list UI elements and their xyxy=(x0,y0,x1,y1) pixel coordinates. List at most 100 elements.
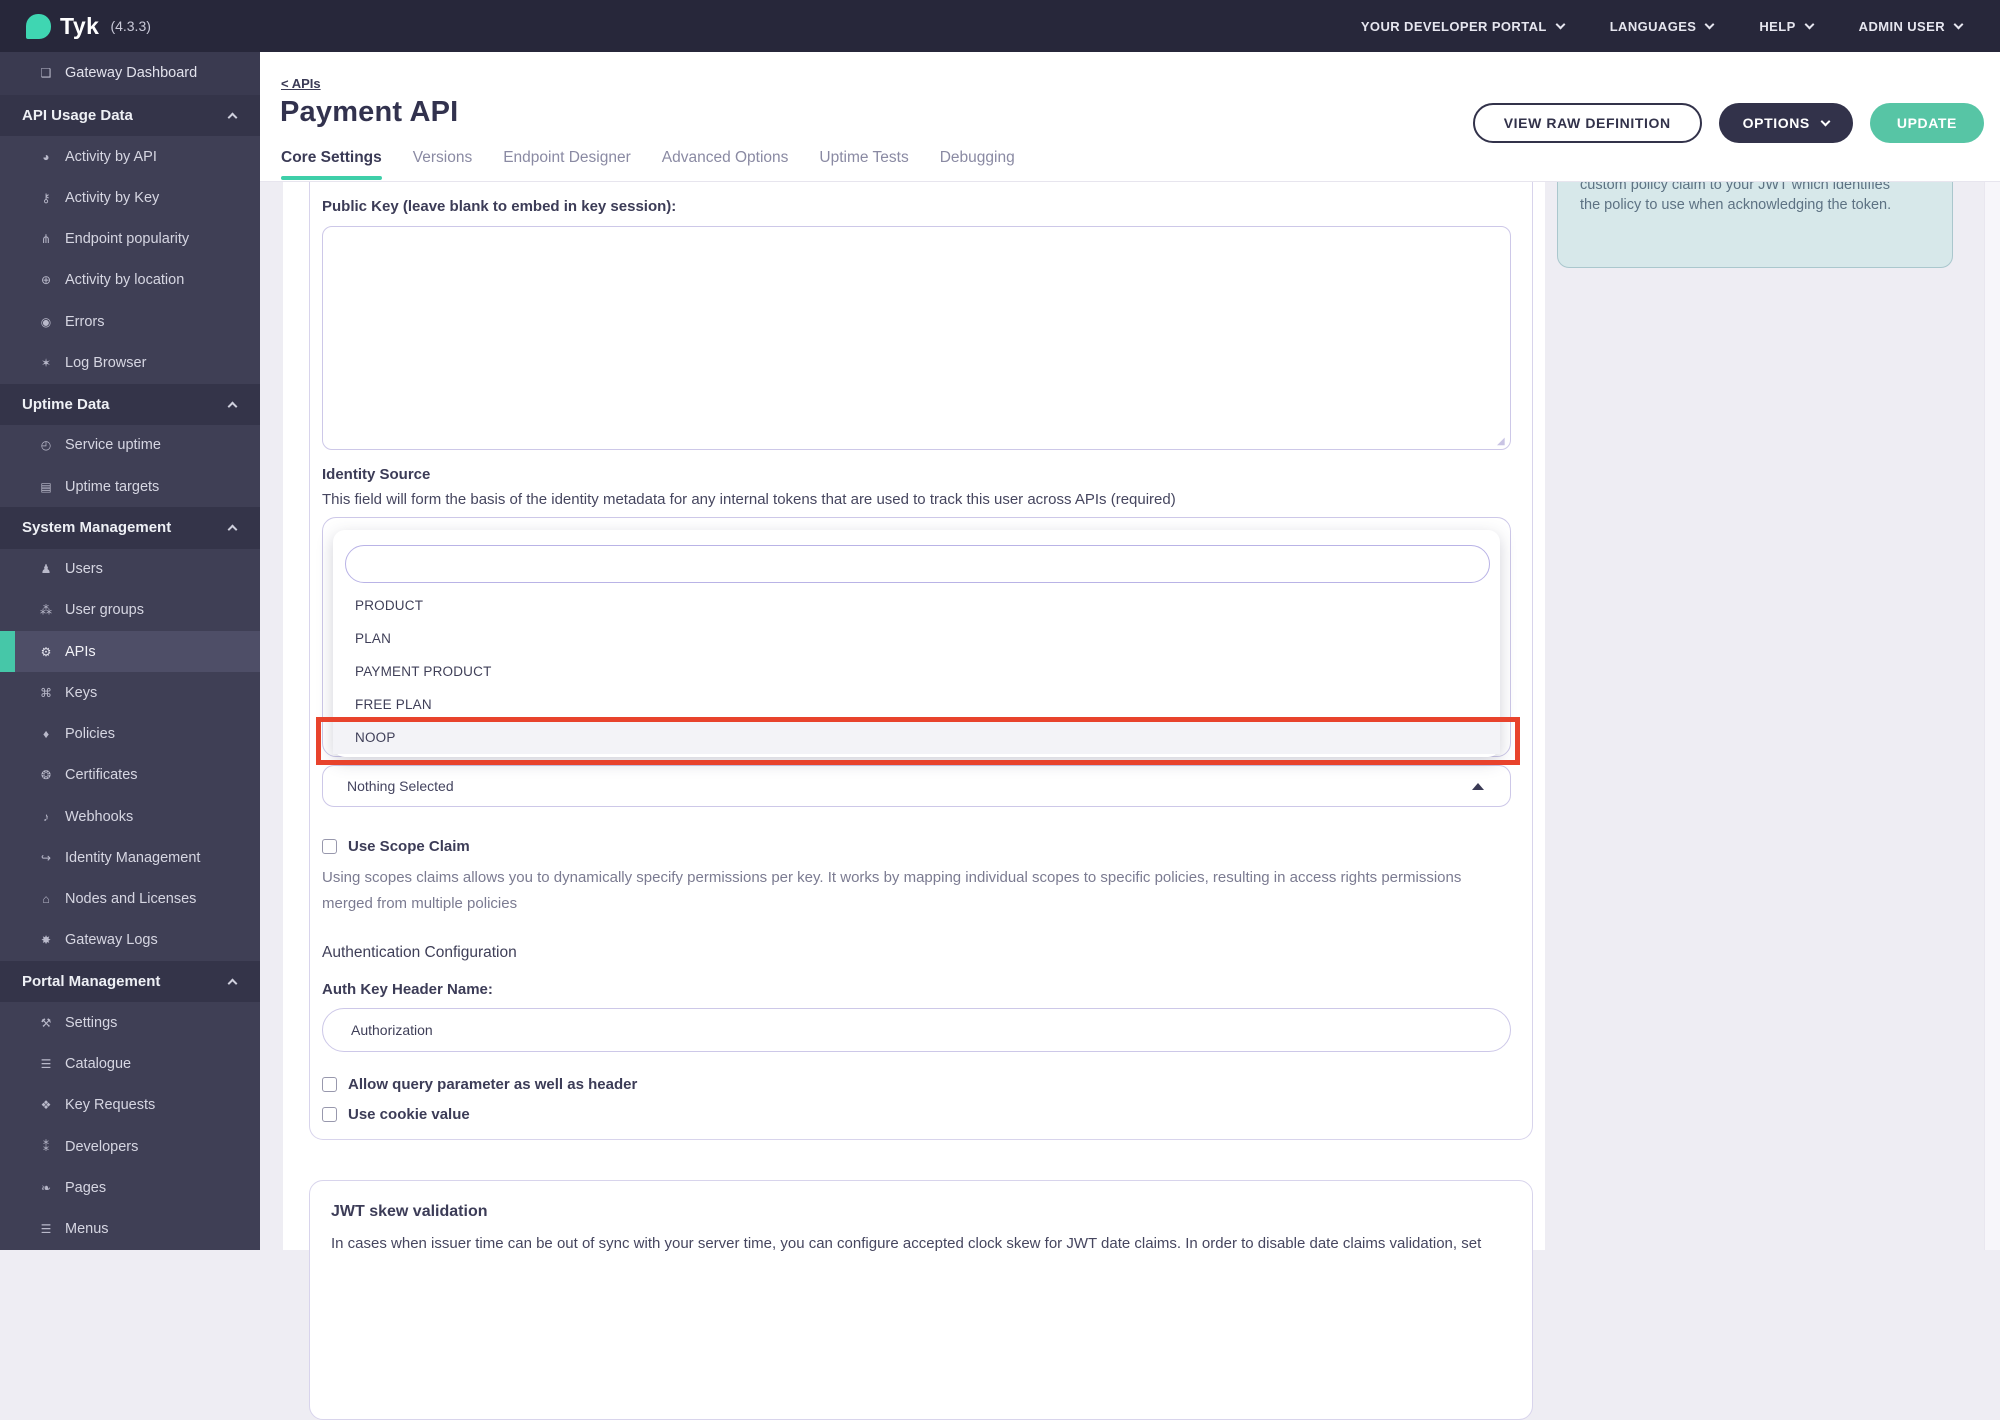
dropdown-option-product[interactable]: PRODUCT xyxy=(333,589,1500,622)
nav-admin-user[interactable]: ADMIN USER xyxy=(1859,19,1962,34)
update-button[interactable]: UPDATE xyxy=(1870,103,1984,143)
identity-source-label: Identity Source xyxy=(322,466,430,483)
sidebar-item-label: Policies xyxy=(65,726,115,742)
chevron-up-icon xyxy=(228,401,238,411)
tab-bar: Core Settings Versions Endpoint Designer… xyxy=(281,149,1015,169)
chevron-down-icon xyxy=(1954,19,1964,29)
sidebar-item-identity-management[interactable]: ↪ Identity Management xyxy=(0,837,260,878)
content-area: Public Key (leave blank to embed in key … xyxy=(260,182,2000,1250)
options-button[interactable]: OPTIONS xyxy=(1719,103,1853,143)
nav-developer-portal[interactable]: YOUR DEVELOPER PORTAL xyxy=(1361,19,1564,34)
sidebar-item-users[interactable]: ♟ Users xyxy=(0,549,260,590)
sidebar-item-key-requests[interactable]: ❖ Key Requests xyxy=(0,1085,260,1126)
allow-query-parameter-row: Allow query parameter as well as header xyxy=(322,1076,637,1093)
breadcrumb[interactable]: < APIs xyxy=(281,76,321,91)
nav-developer-portal-label: YOUR DEVELOPER PORTAL xyxy=(1361,19,1547,34)
sidebar-item-nodes-and-licenses[interactable]: ⌂ Nodes and Licenses xyxy=(0,879,260,920)
chevron-down-icon xyxy=(1705,19,1715,29)
use-scope-claim-label: Use Scope Claim xyxy=(348,838,470,855)
select-value: Nothing Selected xyxy=(347,778,454,794)
sidebar-section-system-management[interactable]: System Management xyxy=(0,507,260,548)
gauge-icon: ◉ xyxy=(38,315,54,329)
scrollbar-track[interactable] xyxy=(1984,182,2000,1250)
sidebar-item-uptime-targets[interactable]: ▤ Uptime targets xyxy=(0,466,260,507)
sidebar-item-activity-by-key[interactable]: ⚷ Activity by Key xyxy=(0,177,260,218)
sidebar-item-settings[interactable]: ⚒ Settings xyxy=(0,1002,260,1043)
allow-query-parameter-checkbox[interactable] xyxy=(322,1077,337,1092)
use-scope-claim-checkbox[interactable] xyxy=(322,839,337,854)
sidebar-item-gateway-logs[interactable]: ✸ Gateway Logs xyxy=(0,920,260,961)
leaf-icon: ❧ xyxy=(38,1181,54,1195)
sidebar-section-uptime-data[interactable]: Uptime Data xyxy=(0,384,260,425)
sidebar-item-certificates[interactable]: ❂ Certificates xyxy=(0,755,260,796)
sidebar-item-service-uptime[interactable]: ◴ Service uptime xyxy=(0,425,260,466)
jwt-skew-validation-description: In cases when issuer time can be out of … xyxy=(331,1235,1511,1252)
chevron-down-icon xyxy=(1555,19,1565,29)
tyk-logo[interactable]: Tyk (4.3.3) xyxy=(0,13,151,40)
sidebar-item-user-groups[interactable]: ⁂ User groups xyxy=(0,590,260,631)
sidebar-item-label: User groups xyxy=(65,602,144,618)
sidebar-section-portal-management[interactable]: Portal Management xyxy=(0,961,260,1002)
nav-help[interactable]: HELP xyxy=(1759,19,1812,34)
pie-chart-icon: ◕ xyxy=(38,150,54,164)
sidebar-item-label: Uptime targets xyxy=(65,479,159,495)
certificate-icon: ❂ xyxy=(38,768,54,782)
sidebar-item-activity-by-location[interactable]: ⊕ Activity by location xyxy=(0,260,260,301)
auth-key-header-input[interactable] xyxy=(322,1008,1511,1052)
header-actions: VIEW RAW DEFINITION OPTIONS UPDATE xyxy=(1473,103,1984,143)
page-header: < APIs Payment API Core Settings Version… xyxy=(260,52,2000,182)
sidebar-item-label: APIs xyxy=(65,644,96,660)
dropdown-search-input[interactable] xyxy=(345,545,1490,583)
sidebar-item-developers[interactable]: ⁑ Developers xyxy=(0,1126,260,1167)
sidebar-item-log-browser[interactable]: ✶ Log Browser xyxy=(0,342,260,383)
sidebar-item-pages[interactable]: ❧ Pages xyxy=(0,1167,260,1208)
use-cookie-value-checkbox[interactable] xyxy=(322,1107,337,1122)
sidebar-item-apis[interactable]: ⚙ APIs xyxy=(0,631,260,672)
sidebar-item-keys[interactable]: ⌘ Keys xyxy=(0,672,260,713)
sidebar-item-label: Endpoint popularity xyxy=(65,231,189,247)
tab-endpoint-designer[interactable]: Endpoint Designer xyxy=(503,149,631,169)
dropdown-option-payment-product[interactable]: PAYMENT PRODUCT xyxy=(333,655,1500,688)
dropdown-option-plan[interactable]: PLAN xyxy=(333,622,1500,655)
sidebar-section-api-usage-data[interactable]: API Usage Data xyxy=(0,95,260,136)
monitor-icon: ❑ xyxy=(38,66,54,80)
sidebar-item-policies[interactable]: ♦ Policies xyxy=(0,714,260,755)
sidebar-section-label: System Management xyxy=(22,519,171,536)
dropdown-option-list: PRODUCT PLAN PAYMENT PRODUCT FREE PLAN N… xyxy=(333,589,1500,754)
tyk-leaf-icon xyxy=(26,14,51,39)
sidebar-item-endpoint-popularity[interactable]: ⋔ Endpoint popularity xyxy=(0,219,260,260)
tab-uptime-tests[interactable]: Uptime Tests xyxy=(819,149,908,169)
dropdown-option-free-plan[interactable]: FREE PLAN xyxy=(333,688,1500,721)
sidebar-item-catalogue[interactable]: ☰ Catalogue xyxy=(0,1044,260,1085)
sidebar-item-activity-by-api[interactable]: ◕ Activity by API xyxy=(0,136,260,177)
dropdown-option-noop[interactable]: NOOP xyxy=(333,721,1500,754)
identity-source-dropdown: PRODUCT PLAN PAYMENT PRODUCT FREE PLAN N… xyxy=(333,530,1500,757)
sidebar-item-menus[interactable]: ☰ Menus xyxy=(0,1209,260,1250)
identity-source-select[interactable]: Nothing Selected xyxy=(322,765,1511,807)
jwt-skew-validation-card: JWT skew validation In cases when issuer… xyxy=(309,1180,1533,1420)
list-icon: ▤ xyxy=(38,480,54,494)
sidebar-item-webhooks[interactable]: ♪ Webhooks xyxy=(0,796,260,837)
public-key-textarea[interactable] xyxy=(322,226,1511,450)
tab-core-settings[interactable]: Core Settings xyxy=(281,149,382,169)
chevron-down-icon xyxy=(1820,117,1830,127)
sidebar-item-label: Menus xyxy=(65,1221,109,1237)
sidebar-item-label: Gateway Dashboard xyxy=(65,65,197,81)
page-title: Payment API xyxy=(280,96,458,129)
tab-debugging[interactable]: Debugging xyxy=(940,149,1015,169)
options-button-label: OPTIONS xyxy=(1743,115,1810,131)
sidebar-item-errors[interactable]: ◉ Errors xyxy=(0,301,260,342)
catalogue-icon: ☰ xyxy=(38,1057,54,1071)
developers-icon: ⁑ xyxy=(38,1140,54,1154)
top-navigation: YOUR DEVELOPER PORTAL LANGUAGES HELP ADM… xyxy=(1361,19,2000,34)
chevron-down-icon xyxy=(1804,19,1814,29)
view-raw-definition-button[interactable]: VIEW RAW DEFINITION xyxy=(1473,103,1702,143)
tab-advanced-options[interactable]: Advanced Options xyxy=(662,149,789,169)
sidebar-item-label: Keys xyxy=(65,685,97,701)
resize-grip-icon[interactable]: ◢ xyxy=(1497,436,1505,447)
nav-languages[interactable]: LANGUAGES xyxy=(1610,19,1714,34)
sidebar-item-gateway-dashboard[interactable]: ❑ Gateway Dashboard xyxy=(0,52,260,95)
sidebar-item-label: Certificates xyxy=(65,767,138,783)
paw-icon: ❖ xyxy=(38,1098,54,1112)
tab-versions[interactable]: Versions xyxy=(413,149,472,169)
